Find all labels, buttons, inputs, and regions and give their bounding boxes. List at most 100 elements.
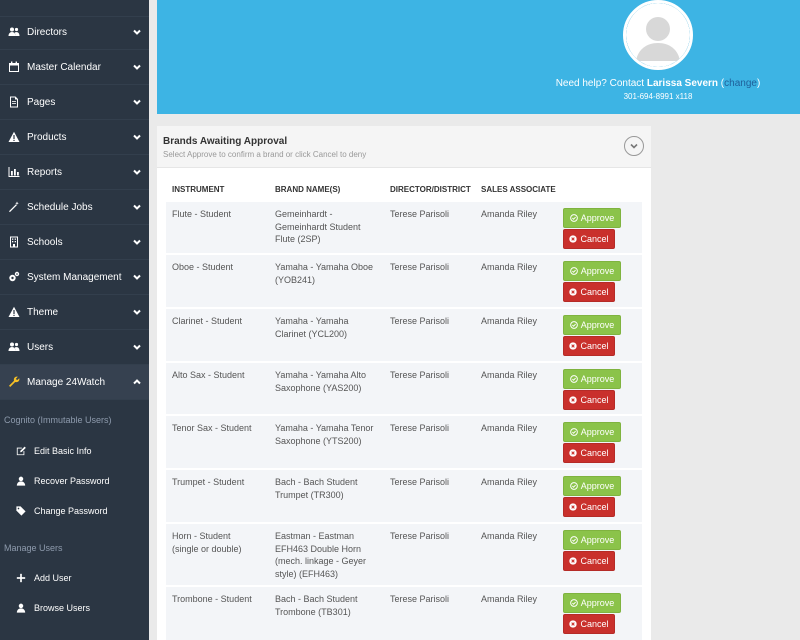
brand-cell: Yamaha - Yamaha Clarinet (YCL200): [275, 315, 349, 340]
director-cell: Terese Parisoli: [390, 531, 450, 541]
approve-button[interactable]: Approve: [563, 422, 621, 442]
brand-cell-line: Yamaha - Yamaha: [275, 316, 349, 326]
sidebar-item-reports[interactable]: Reports: [0, 155, 149, 190]
approve-button[interactable]: Approve: [563, 530, 621, 550]
cancel-label: Cancel: [580, 341, 609, 351]
warning-icon: [7, 130, 21, 144]
instrument-cell: Trombone - Student: [172, 593, 252, 606]
users-icon: [7, 340, 21, 354]
chevron-down-icon: [132, 62, 142, 72]
instrument-cell-line: (single or double): [172, 543, 242, 554]
user-icon: [15, 602, 27, 614]
collapse-button[interactable]: [624, 136, 644, 156]
brand-cell: Eastman - Eastman EFH463 Double Horn (mech…: [275, 530, 366, 580]
approve-button[interactable]: Approve: [563, 476, 621, 496]
brand-cell-line: Flute (2SP): [275, 234, 321, 244]
chevron-down-icon: [132, 202, 142, 212]
brand-cell: Gemeinhardt - Gemeinhardt Student Flute (2…: [275, 208, 361, 246]
sidebar-item-master-calendar[interactable]: Master Calendar: [0, 50, 149, 85]
sidebar-item-manage-24watch[interactable]: Manage 24Watch: [0, 365, 149, 400]
instrument-cell-line: Clarinet - Student: [172, 316, 243, 326]
warning-icon: [7, 305, 21, 319]
instrument-cell-line: Alto Sax - Student: [172, 370, 245, 380]
cancel-button[interactable]: Cancel: [563, 551, 615, 571]
sidebar-item-label: Reports: [27, 166, 63, 178]
sidebar-section-header: Cognito (Immutable Users): [4, 415, 112, 425]
instrument-cell: Clarinet - Student: [172, 315, 242, 328]
sidebar-item-products[interactable]: Products: [0, 120, 149, 155]
associate-cell: Amanda Riley: [481, 209, 538, 219]
column-header-instrument: INSTRUMENT: [172, 185, 225, 194]
cogs-icon: [7, 270, 21, 284]
sidebar-item-label: Theme: [27, 306, 59, 318]
cancel-button[interactable]: Cancel: [563, 282, 615, 302]
brand-cell-line: Yamaha - Yamaha Oboe: [275, 262, 374, 272]
director-cell: Terese Parisoli: [390, 594, 450, 604]
edit-icon: [15, 445, 27, 457]
cancel-button[interactable]: Cancel: [563, 390, 615, 410]
sidebar-item-schedule-jobs[interactable]: Schedule Jobs: [0, 190, 149, 225]
approve-button[interactable]: Approve: [563, 261, 621, 281]
check-circle-icon: [569, 482, 578, 490]
sidebar-subitem-add-user[interactable]: Add User: [0, 563, 149, 593]
sidebar-item-label: Pages: [27, 96, 56, 108]
calendar-icon: [7, 60, 21, 74]
brand-cell-line: Eastman - Eastman: [275, 531, 355, 541]
cancel-button[interactable]: Cancel: [563, 229, 615, 249]
cancel-button[interactable]: Cancel: [563, 497, 615, 517]
brand-cell-line: Gemeinhardt Student: [275, 221, 361, 232]
sidebar-section-header: Manage Users: [4, 543, 63, 553]
cancel-button[interactable]: Cancel: [563, 614, 615, 634]
sidebar-item-directors[interactable]: Directors: [0, 15, 149, 50]
instrument-cell: Tenor Sax - Student: [172, 422, 252, 435]
cancel-label: Cancel: [580, 619, 609, 629]
check-circle-icon: [569, 214, 578, 222]
column-header-brand: BRAND NAME(S): [275, 185, 341, 194]
sidebar-item-label: Master Calendar: [27, 61, 101, 73]
sidebar-subitem-change-password[interactable]: Change Password: [0, 496, 149, 526]
contact-phone: 301-694-8991 x118: [623, 92, 693, 101]
cancel-label: Cancel: [580, 556, 609, 566]
sidebar-item-theme[interactable]: Theme: [0, 295, 149, 330]
approve-button[interactable]: Approve: [563, 593, 621, 613]
brand-cell-line: Saxophone (YTS200): [275, 435, 362, 446]
approve-button[interactable]: Approve: [563, 315, 621, 335]
approve-label: Approve: [580, 320, 615, 330]
approve-button[interactable]: Approve: [563, 369, 621, 389]
panel-title: Brands Awaiting Approval: [163, 136, 288, 147]
sidebar-item-schools[interactable]: Schools: [0, 225, 149, 260]
wand-icon: [7, 200, 21, 214]
chevron-down-icon: [132, 307, 142, 317]
chevron-down-icon: [132, 272, 142, 282]
director-cell: Terese Parisoli: [390, 209, 450, 219]
sidebar-subitem-browse-users[interactable]: Browse Users: [0, 593, 149, 623]
sidebar-item-label: Users: [27, 341, 54, 353]
director-cell: Terese Parisoli: [390, 316, 450, 326]
help-paren-close: ): [756, 78, 761, 89]
sidebar-item-system-management[interactable]: System Management: [0, 260, 149, 295]
cancel-label: Cancel: [580, 502, 609, 512]
associate-cell: Amanda Riley: [481, 370, 538, 380]
sidebar-subitem-label: Browse Users: [34, 603, 91, 613]
brand-cell-line: style) (EFH463): [275, 568, 339, 579]
instrument-cell: Flute - Student: [172, 208, 231, 221]
brand-cell: Bach - Bach Student Trombone (TB301): [275, 593, 358, 618]
change-contact-link[interactable]: change: [724, 78, 757, 89]
sidebar-subitem-label: Recover Password: [34, 476, 110, 486]
approve-button[interactable]: Approve: [563, 208, 621, 228]
brand-cell-line: Bach - Bach Student: [275, 594, 358, 604]
sidebar-item-pages[interactable]: Pages: [0, 85, 149, 120]
sidebar: Directors Master Calendar Pages Products…: [0, 0, 149, 640]
sidebar-item-users[interactable]: Users: [0, 330, 149, 365]
cancel-button[interactable]: Cancel: [563, 336, 615, 356]
cancel-button[interactable]: Cancel: [563, 443, 615, 463]
instrument-cell: Horn - Student (single or double): [172, 530, 242, 555]
brand-cell-line: EFH463 Double Horn: [275, 543, 362, 554]
director-cell: Terese Parisoli: [390, 370, 450, 380]
chevron-down-icon: [630, 143, 638, 149]
sidebar-subitem-edit-basic-info[interactable]: Edit Basic Info: [0, 436, 149, 466]
cancel-label: Cancel: [580, 395, 609, 405]
sidebar-subitem-recover-password[interactable]: Recover Password: [0, 466, 149, 496]
chevron-up-icon: [132, 377, 142, 387]
sidebar-item-label: Schools: [27, 236, 63, 248]
